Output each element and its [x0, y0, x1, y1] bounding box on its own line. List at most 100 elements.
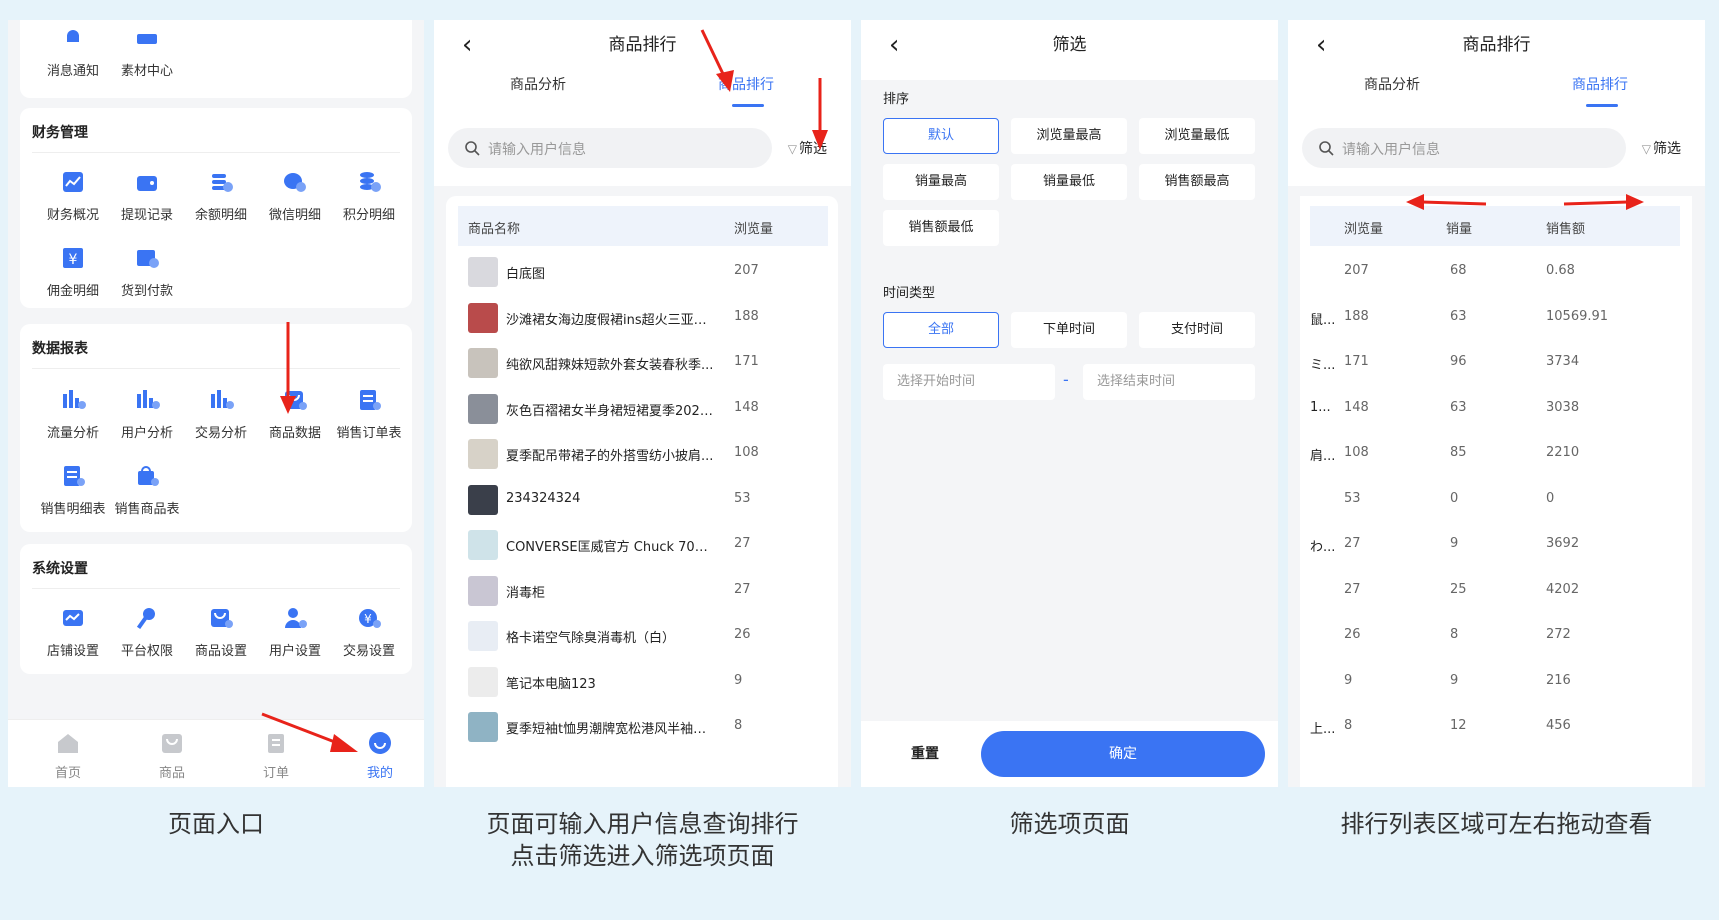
- product-name: 纯欲风甜辣妹短款外套女装春秋季...: [506, 358, 714, 373]
- grid-item-label: 用户分析: [120, 426, 173, 441]
- grid-item-trade-settings[interactable]: ¥ 交易设置: [332, 604, 406, 659]
- sort-option-sales-low[interactable]: 销量最低: [1011, 164, 1127, 200]
- grid-item-user-analysis[interactable]: 用户分析: [110, 386, 184, 441]
- table-row[interactable]: 53 0 0: [1300, 480, 1670, 520]
- time-option-payment[interactable]: 支付时间: [1139, 312, 1255, 348]
- annotation-arrow: [261, 712, 358, 752]
- grid-item-order-sheet[interactable]: 销售订单表: [332, 386, 406, 441]
- grid-item-store-settings[interactable]: 店铺设置: [36, 604, 110, 659]
- cod-icon: [137, 250, 159, 268]
- grid-item-label: 销售商品表: [114, 502, 180, 517]
- product-name-clipped: 鼠...: [1310, 312, 1336, 328]
- grid-item-user-settings[interactable]: 用户设置: [258, 604, 332, 659]
- table-row[interactable]: 夏季配吊带裙子的外搭雪纺小披肩... 108: [458, 434, 828, 474]
- end-date-field[interactable]: 选择结束时间: [1083, 364, 1255, 400]
- grid-item-notifications[interactable]: 消息通知: [36, 24, 110, 79]
- product-name: 格卡诺空气除臭消毒机（白）: [506, 631, 676, 646]
- grid-item-wechat[interactable]: 微信明细: [258, 168, 332, 223]
- table-row[interactable]: 肩... 108 85 2210: [1300, 434, 1670, 474]
- tab-home[interactable]: 首页: [38, 730, 98, 781]
- smile-icon: [369, 732, 391, 754]
- grid-item-label: 销售订单表: [336, 426, 402, 441]
- grid-item-traffic[interactable]: 流量分析: [36, 386, 110, 441]
- confirm-button[interactable]: 确定: [981, 731, 1265, 777]
- grid-item-trade-analysis[interactable]: 交易分析: [184, 386, 258, 441]
- grid-item-finance-overview[interactable]: 财务概况: [36, 168, 110, 223]
- tab-products[interactable]: 商品: [142, 730, 202, 781]
- ranking-header: ‹ 商品排行 商品分析 商品排行: [434, 20, 851, 120]
- table-row[interactable]: わ... 27 9 3692: [1300, 525, 1670, 565]
- product-name: 灰色百褶裙女半身裙短裙夏季2021...: [506, 403, 718, 419]
- grid-item-detail-sheet[interactable]: 销售明细表: [36, 462, 110, 517]
- tab-product-analysis[interactable]: 商品分析: [510, 74, 566, 94]
- sort-option-revenue-high[interactable]: 销售额最高: [1139, 164, 1255, 200]
- product-revenue: 456: [1546, 718, 1571, 733]
- product-sales: 25: [1450, 581, 1467, 597]
- sort-option-views-high[interactable]: 浏览量最高: [1011, 118, 1127, 154]
- grid-item-withdraw[interactable]: 提现记录: [110, 168, 184, 223]
- sort-option-views-low[interactable]: 浏览量最低: [1139, 118, 1255, 154]
- table-row[interactable]: 207 68 0.68: [1300, 252, 1670, 292]
- product-sales: 63: [1450, 399, 1467, 415]
- table-row[interactable]: 1... 148 63 3038: [1300, 389, 1670, 429]
- table-row[interactable]: ミ... 171 96 3734: [1300, 343, 1670, 383]
- table-row[interactable]: 笔记本电脑123 9: [458, 662, 828, 702]
- column-header-views: 浏览量: [1344, 222, 1384, 237]
- grid-item-label: 积分明细: [342, 208, 395, 223]
- product-thumbnail: [468, 530, 498, 560]
- grid-item-balance[interactable]: 余额明细: [184, 168, 258, 223]
- sort-option-default[interactable]: 默认: [883, 118, 999, 154]
- search-input[interactable]: 请输入用户信息: [1302, 128, 1626, 168]
- table-row[interactable]: 26 8 272: [1300, 616, 1670, 656]
- reset-button[interactable]: 重置: [911, 743, 939, 763]
- table-row[interactable]: 9 9 216: [1300, 662, 1670, 702]
- product-thumbnail: [468, 439, 498, 469]
- grid-item-label: 提现记录: [120, 208, 173, 223]
- search-bar: 请输入用户信息 ▽ 筛选: [434, 120, 851, 186]
- table-row[interactable]: 234324324 53: [458, 480, 828, 520]
- time-type-section-label: 时间类型: [883, 286, 936, 301]
- table-row[interactable]: 白底图 207: [458, 252, 828, 292]
- grid-item-materials[interactable]: 素材中心: [110, 24, 184, 79]
- sort-option-sales-high[interactable]: 销量最高: [883, 164, 999, 200]
- search-input[interactable]: 请输入用户信息: [448, 128, 772, 168]
- grid-item-commission[interactable]: ¥ 佣金明细: [36, 244, 110, 299]
- reports-card: 数据报表 流量分析 用户分析 交易分析 商品数据 销售订单表 销售明细表 销售商…: [20, 324, 412, 532]
- product-revenue: 0.68: [1546, 263, 1575, 278]
- grid-item-points[interactable]: 积分明细: [332, 168, 406, 223]
- filter-icon: ▽: [787, 142, 797, 156]
- time-option-order[interactable]: 下单时间: [1011, 312, 1127, 348]
- tab-product-ranking[interactable]: 商品排行: [1572, 74, 1628, 94]
- tab-product-analysis[interactable]: 商品分析: [1364, 74, 1420, 94]
- wechat-icon: [284, 173, 306, 192]
- search-placeholder: 请输入用户信息: [1342, 142, 1440, 158]
- grid-item-cod[interactable]: 货到付款: [110, 244, 184, 299]
- start-date-field[interactable]: 选择开始时间: [883, 364, 1055, 400]
- sort-option-revenue-low[interactable]: 销售额最低: [883, 210, 999, 246]
- table-header: 浏览量 销量 销售额: [1310, 206, 1680, 246]
- detail-sheet-icon: [64, 466, 85, 486]
- grid-item-product-settings[interactable]: 商品设置: [184, 604, 258, 659]
- table-row[interactable]: 灰色百褶裙女半身裙短裙夏季2021... 148: [458, 389, 828, 429]
- grid-item-label: 货到付款: [120, 284, 173, 299]
- table-row[interactable]: 纯欲风甜辣妹短款外套女装春秋季... 171: [458, 343, 828, 383]
- product-name: 消毒柜: [506, 585, 546, 601]
- time-option-all[interactable]: 全部: [883, 312, 999, 348]
- chart-icon: [63, 172, 83, 192]
- table-row[interactable]: 夏季短袖t恤男潮牌宽松港风半袖上... 8: [458, 707, 828, 747]
- filter-panel: ‹ 筛选 排序 默认 浏览量最高 浏览量最低 销量最高 销量最低 销售额最高 销…: [861, 20, 1278, 787]
- filter-button[interactable]: ▽ 筛选: [1642, 138, 1681, 158]
- product-sales: 0: [1450, 490, 1459, 506]
- table-row[interactable]: 27 25 4202: [1300, 571, 1670, 611]
- table-row[interactable]: 格卡诺空气除臭消毒机（白） 26: [458, 616, 828, 656]
- product-sales: 96: [1450, 354, 1467, 369]
- ranking-table-scrollable[interactable]: 浏览量 销量 销售额 207 68 0.68 鼠... 188 63 10569.91 ミ..…: [1300, 196, 1692, 787]
- table-row[interactable]: 鼠... 188 63 10569.91: [1300, 298, 1670, 338]
- table-row[interactable]: 沙滩裙女海边度假裙ins超火三亚旅... 188: [458, 298, 828, 338]
- table-row[interactable]: CONVERSE匡威官方 Chuck 70时... 27: [458, 525, 828, 565]
- table-row[interactable]: 上... 8 12 456: [1300, 707, 1670, 747]
- product-views: 148: [734, 399, 759, 415]
- grid-item-platform-permission[interactable]: 平台权限: [110, 604, 184, 659]
- grid-item-bag-sheet[interactable]: 销售商品表: [110, 462, 184, 517]
- table-row[interactable]: 消毒柜 27: [458, 571, 828, 611]
